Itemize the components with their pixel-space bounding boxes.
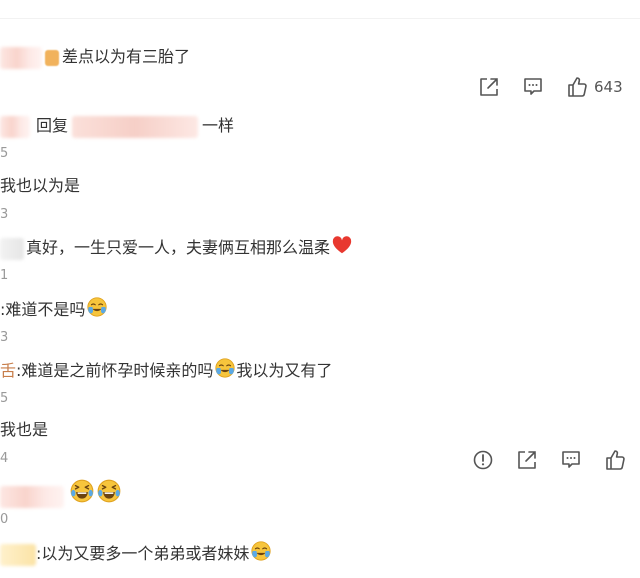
blurred-badge xyxy=(45,49,59,66)
sweat-laugh-emoji-icon xyxy=(86,296,108,318)
comment-text: 差点以为有三胎了 xyxy=(62,47,191,66)
like-count: 643 xyxy=(594,78,623,96)
comment-9: :以为又要多一个弟弟或者妹妹 xyxy=(0,540,272,566)
comment-icon xyxy=(560,449,582,471)
blurred-username xyxy=(0,46,42,69)
sweat-laugh-emoji-icon xyxy=(214,357,236,379)
comment-button[interactable] xyxy=(560,449,582,471)
report-icon xyxy=(472,449,494,471)
comment-3: 我也以为是 xyxy=(0,175,80,197)
share-button[interactable] xyxy=(516,449,538,471)
comment-5: :难道不是吗 xyxy=(0,296,108,321)
blurred-username xyxy=(0,115,30,138)
comment-button[interactable] xyxy=(522,76,544,98)
edge-number: 5 xyxy=(0,146,9,161)
blurred-username xyxy=(0,485,64,508)
comment-actions-bottom xyxy=(472,449,626,471)
like-icon xyxy=(604,449,626,471)
share-icon xyxy=(516,449,538,471)
like-icon xyxy=(566,76,588,98)
edge-number: 3 xyxy=(0,207,9,222)
comment-1: 差点以为有三胎了 xyxy=(0,46,190,69)
comment-text-after: 我以为又有了 xyxy=(236,361,333,380)
like-button[interactable] xyxy=(604,449,626,471)
comment-4: 真好，一生只爱一人，夫妻俩互相那么温柔 xyxy=(0,234,353,260)
comment-text: 我也以为是 xyxy=(0,176,81,195)
edge-number: 1 xyxy=(0,268,9,283)
comment-text: :以为又要多一个弟弟或者妹妹 xyxy=(36,544,250,563)
blurred-username xyxy=(0,237,24,260)
edge-number: 5 xyxy=(0,391,9,406)
comment-8 xyxy=(0,478,122,508)
top-divider xyxy=(0,18,640,19)
edge-number: 4 xyxy=(0,451,9,466)
laugh-cry-emoji-icon xyxy=(96,478,122,504)
laugh-cry-emoji-icon xyxy=(69,478,95,504)
comment-actions-top: 643 xyxy=(478,76,623,98)
blurred-reply-target xyxy=(72,115,199,138)
blurred-username xyxy=(0,543,36,566)
edge-number: 0 xyxy=(0,512,9,527)
report-button[interactable] xyxy=(472,449,494,471)
comment-6: 舌:难道是之前怀孕时候亲的吗 我以为又有了 xyxy=(0,357,332,382)
like-button[interactable]: 643 xyxy=(566,76,623,98)
comment-2: 回复 一样 xyxy=(0,115,234,138)
heart-emoji-icon xyxy=(331,234,353,256)
comment-7: 我也是 xyxy=(0,419,48,441)
reply-prefix: 回复 xyxy=(36,116,69,135)
comment-text: 我也是 xyxy=(0,420,49,439)
comment-text: 真好，一生只爱一人，夫妻俩互相那么温柔 xyxy=(26,238,331,257)
comment-text: 一样 xyxy=(202,116,235,135)
comment-icon xyxy=(522,76,544,98)
comment-text: :难道不是吗 xyxy=(0,300,86,319)
comment-text: :难道是之前怀孕时候亲的吗 xyxy=(16,361,214,380)
share-icon xyxy=(478,76,500,98)
username-fragment: 舌 xyxy=(0,361,17,380)
share-button[interactable] xyxy=(478,76,500,98)
edge-number: 3 xyxy=(0,330,9,345)
sweat-laugh-emoji-icon xyxy=(250,540,272,562)
